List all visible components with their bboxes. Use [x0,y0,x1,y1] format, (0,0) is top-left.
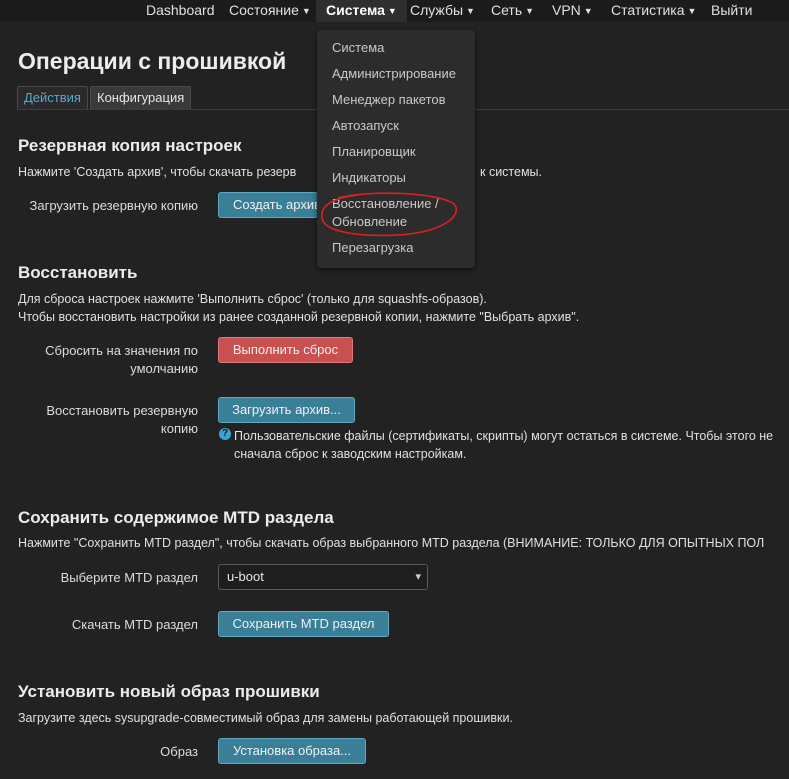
nav-logout[interactable]: Выйти [711,0,752,22]
nav-services-label: Службы [410,2,464,18]
save-mtd-button[interactable]: Сохранить MTD раздел [218,611,389,637]
menu-item-package-manager[interactable]: Менеджер пакетов [332,91,446,109]
menu-item-scheduler[interactable]: Планировщик [332,143,416,161]
install-image-button[interactable]: Установка образа... [218,738,366,764]
restore-help-text-1: Пользовательские файлы (сертификаты, скр… [234,429,774,443]
mtd-heading: Сохранить содержимое MTD раздела [18,508,334,527]
create-archive-button[interactable]: Создать архив [218,192,318,218]
menu-item-backup-flash-line2: Обновление [332,214,408,229]
caret-down-icon: ▼ [466,6,475,16]
backup-label: Загрузить резервную копию [29,198,198,213]
perform-reset-button[interactable]: Выполнить сброс [218,337,353,363]
restore-help-text-2: сначала сброс к заводским настройкам. [234,447,467,461]
restore-description-2: Чтобы восстановить настройки из ранее со… [18,310,580,324]
upload-archive-button[interactable]: Загрузить архив... [218,397,355,423]
chevron-down-icon: ▾ [415,571,421,583]
tab-actions[interactable]: Действия [17,86,88,109]
nav-network[interactable]: Сеть ▼ [491,0,534,22]
tab-configuration[interactable]: Конфигурация [90,86,192,109]
menu-item-system[interactable]: Система [332,39,384,57]
backup-description: Нажмите 'Создать архив', чтобы скачать р… [18,165,297,179]
nav-network-label: Сеть [491,2,523,18]
nav-services[interactable]: Службы ▼ [410,0,475,22]
backup-heading: Резервная копия настроек [18,136,242,155]
nav-system-label: Система [326,2,385,18]
menu-item-backup-flash[interactable]: Восстановление / Обновление [332,195,439,231]
caret-down-icon: ▼ [583,6,593,16]
restore-backup-label-line1: Восстановить резервную [46,403,198,418]
caret-down-icon: ▼ [387,6,397,16]
top-navbar: Dashboard Состояние ▼ Система ▼ Службы ▼ Се… [0,0,789,22]
reset-label-line1: Сбросить на значения по [45,343,198,358]
reset-label: Сбросить на значения по умолчанию [18,342,198,378]
menu-item-backup-flash-line1: Восстановление / [332,196,439,211]
nav-statistics-label: Статистика [611,2,685,18]
restore-heading: Восстановить [18,263,138,282]
mtd-partition-select[interactable]: u-boot ▾ [218,564,428,590]
system-dropdown-menu: Система Администрирование Менеджер пакет… [317,30,475,268]
menu-item-administration[interactable]: Администрирование [332,65,456,83]
reset-label-line2: умолчанию [130,361,198,376]
page-title: Операции с прошивкой [18,48,287,74]
nav-vpn-label: VPN [552,2,581,18]
restore-description-1: Для сброса настроек нажмите 'Выполнить с… [18,292,487,306]
mtd-description: Нажмите "Сохранить MTD раздел", чтобы ск… [18,536,765,550]
caret-down-icon: ▼ [525,6,535,16]
menu-item-startup[interactable]: Автозапуск [332,117,399,135]
nav-system[interactable]: Система ▼ [316,0,407,22]
nav-status[interactable]: Состояние ▼ [229,0,311,22]
nav-dashboard[interactable]: Dashboard [146,0,215,22]
flash-heading: Установить новый образ прошивки [18,682,320,701]
caret-down-icon: ▼ [301,6,311,16]
mtd-partition-select-value: u-boot [227,569,264,584]
menu-item-leds[interactable]: Индикаторы [332,169,406,187]
backup-description-tail: к системы. [480,165,543,179]
help-icon: ? [219,428,231,440]
mtd-select-label: Выберите MTD раздел [60,570,198,585]
nav-status-label: Состояние [229,2,299,18]
caret-down-icon: ▼ [687,6,697,16]
menu-item-reboot[interactable]: Перезагрузка [332,239,413,257]
flash-image-label: Образ [160,744,198,759]
mtd-download-label: Скачать MTD раздел [71,617,198,632]
restore-backup-label: Восстановить резервную копию [18,402,198,438]
restore-backup-label-line2: копию [160,421,198,436]
flash-description: Загрузите здесь sysupgrade-совместимый о… [18,711,513,725]
nav-statistics[interactable]: Статистика ▼ [611,0,696,22]
nav-vpn[interactable]: VPN ▼ [552,0,593,22]
